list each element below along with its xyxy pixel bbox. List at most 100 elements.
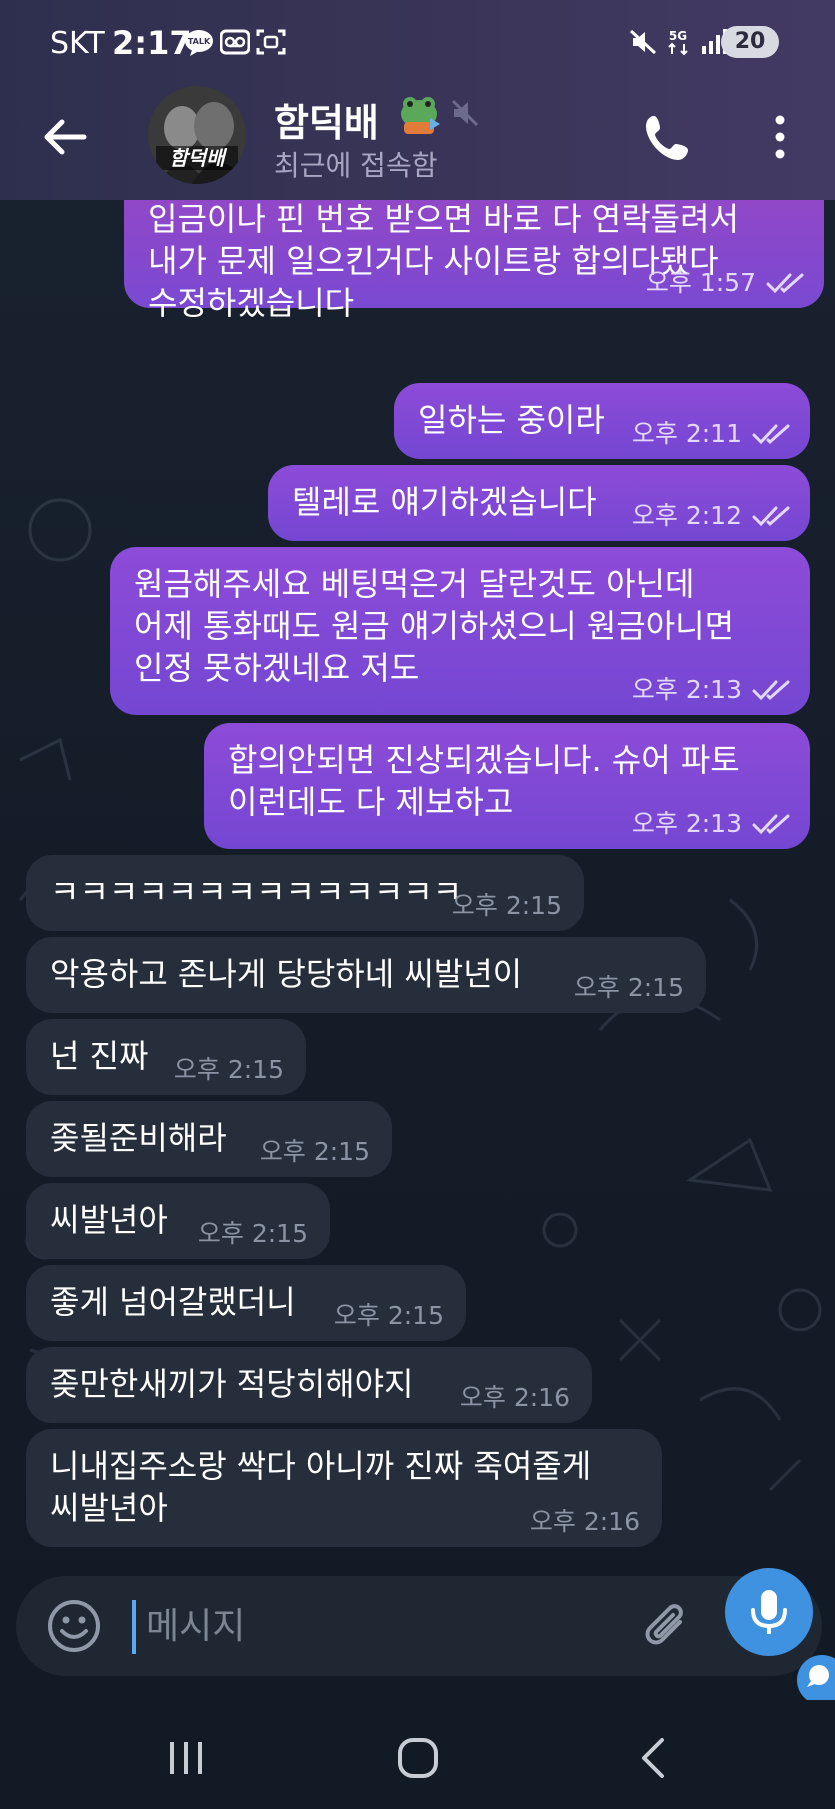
message-text: 텔레로 얘기하겠습니다 <box>292 481 597 523</box>
message-line: 입금이나 핀 번호 받으면 바로 다 연락돌려서 <box>148 200 739 238</box>
message-line: 씨발년아 <box>50 1489 168 1527</box>
message-text: 니내집주소랑 싹다 아니까 진짜 죽여줄게씨발년아 <box>50 1445 591 1529</box>
avatar[interactable]: 함덕배 <box>148 86 246 184</box>
emoji-icon[interactable] <box>46 1598 102 1654</box>
message-meta: 오후 2:15 <box>174 1055 284 1085</box>
message-time: 오후 2:12 <box>631 501 742 530</box>
incoming-message[interactable]: 좆만한새끼가 적당히해야지 오후 2:16 <box>26 1347 592 1423</box>
message-line: 씨발년아 <box>50 1201 168 1239</box>
message-line: 좆만한새끼가 적당히해야지 <box>50 1365 414 1403</box>
message-line: 좆될준비해라 <box>50 1119 227 1157</box>
message-text: 악용하고 존나게 당당하네 씨발년이 <box>50 953 522 995</box>
message-line: 악용하고 존나게 당당하네 씨발년이 <box>50 955 523 993</box>
incoming-message[interactable]: 좆될준비해라 오후 2:15 <box>26 1101 392 1177</box>
more-vert-icon[interactable] <box>766 112 794 162</box>
message-text: 씨발년아 <box>50 1199 168 1241</box>
message-meta: 오후 2:15 <box>574 973 684 1003</box>
voicemail-icon <box>220 29 250 55</box>
message-meta: 오후 2:13 <box>632 675 792 705</box>
message-line: 넌 진짜 <box>50 1037 149 1075</box>
speech-icon <box>807 1665 829 1687</box>
message-line: 일하는 중이라 <box>418 401 605 439</box>
outgoing-message[interactable]: 원금해주세요 베팅먹은거 달란것도 아닌데어제 통화때도 원금 얘기하셨으니 원… <box>110 547 810 715</box>
message-text: 일하는 중이라 <box>418 399 605 441</box>
mic-button[interactable] <box>725 1568 813 1656</box>
message-meta: 오후 2:11 <box>632 419 792 449</box>
message-input[interactable] <box>146 1596 626 1656</box>
attach-icon[interactable] <box>640 1598 696 1654</box>
message-time: 오후 2:15 <box>197 1219 308 1248</box>
message-meta: 오후 1:57 <box>646 268 806 298</box>
message-meta: 오후 2:15 <box>198 1219 308 1249</box>
screenshot-icon <box>256 29 286 55</box>
5g-icon: 5G <box>668 29 688 56</box>
double-check-icon <box>752 424 790 445</box>
chat-bubble-icon[interactable] <box>797 1655 835 1705</box>
message-text: 좋게 넘어갈랬더니 <box>50 1281 296 1323</box>
outgoing-message[interactable]: 텔레로 얘기하겠습니다 오후 2:12 <box>268 465 810 541</box>
chat-header: SKT 2:17 TALK 5G 20 함덕배 함덕배 최근에 접속함 <box>0 0 835 200</box>
incoming-message[interactable]: 씨발년아 오후 2:15 <box>26 1183 330 1259</box>
talk-icon: TALK <box>185 30 213 56</box>
back-icon[interactable] <box>624 1728 684 1788</box>
message-time: 오후 2:16 <box>529 1507 640 1536</box>
chat-status: 최근에 접속함 <box>274 149 438 182</box>
double-check-icon <box>752 506 790 527</box>
message-text: 넌 진짜 <box>50 1035 149 1077</box>
message-line: ㅋㅋㅋㅋㅋㅋㅋㅋㅋㅋㅋㅋㅋㅋ <box>50 873 463 911</box>
message-time: 오후 2:15 <box>259 1137 370 1166</box>
message-meta: 오후 2:12 <box>632 501 792 531</box>
svg-text:TALK: TALK <box>188 37 211 46</box>
double-check-icon <box>752 680 790 701</box>
message-time: 오후 2:15 <box>451 891 562 920</box>
incoming-message[interactable]: 니내집주소랑 싹다 아니까 진짜 죽여줄게 씨발년아 오후 2:16 <box>26 1429 662 1547</box>
message-list[interactable]: 예정을 다 캡쳐해서 잘 지워준다 고정될테니입금이나 핀 번호 받으면 바로 … <box>0 140 835 1547</box>
recents-icon[interactable] <box>156 1728 216 1788</box>
message-line: 합의안되면 진상되겠습니다. 슈어 파토 <box>228 741 740 779</box>
message-time: 오후 2:15 <box>173 1055 284 1084</box>
incoming-message[interactable]: 넌 진짜 오후 2:15 <box>26 1019 306 1095</box>
message-time: 오후 2:11 <box>631 419 742 448</box>
message-time: 오후 2:15 <box>573 973 684 1002</box>
message-text: ㅋㅋㅋㅋㅋㅋㅋㅋㅋㅋㅋㅋㅋㅋ <box>50 871 462 913</box>
message-meta: 오후 2:15 <box>334 1301 444 1331</box>
chat-screen: 예정을 다 캡쳐해서 잘 지워준다 고정될테니입금이나 핀 번호 받으면 바로 … <box>0 0 835 1809</box>
outgoing-message[interactable]: 일하는 중이라 오후 2:11 <box>394 383 810 459</box>
status-time: 2:17 <box>112 24 192 62</box>
avatar-photo: 함덕배 <box>148 86 246 184</box>
message-meta: 오후 2:15 <box>452 891 562 921</box>
message-meta: 오후 2:16 <box>460 1383 570 1413</box>
home-icon[interactable] <box>388 1728 448 1788</box>
message-time: 오후 2:13 <box>631 675 742 704</box>
chat-title[interactable]: 함덕배 <box>274 92 379 147</box>
phone-icon[interactable] <box>640 110 696 166</box>
system-nav-bar <box>0 1700 835 1809</box>
message-line: 텔레로 얘기하겠습니다 <box>292 483 597 521</box>
outgoing-message[interactable]: 합의안되면 진상되겠습니다. 슈어 파토 이런데도 다 제보하고 오후 2:13 <box>204 723 810 849</box>
svg-text:함덕배: 함덕배 <box>169 146 227 170</box>
mic-icon <box>751 1590 787 1634</box>
incoming-message[interactable]: ㅋㅋㅋㅋㅋㅋㅋㅋㅋㅋㅋㅋㅋㅋ 오후 2:15 <box>26 855 584 931</box>
message-meta: 오후 2:13 <box>632 809 792 839</box>
incoming-message[interactable]: 좋게 넘어갈랬더니 오후 2:15 <box>26 1265 466 1341</box>
message-time: 오후 2:16 <box>459 1383 570 1412</box>
message-time: 오후 1:57 <box>645 268 756 297</box>
message-text: 원금해주세요 베팅먹은거 달란것도 아닌데어제 통화때도 원금 얘기하셨으니 원… <box>134 563 734 689</box>
message-line: 원금해주세요 베팅먹은거 달란것도 아닌데 <box>134 565 695 603</box>
message-line: 어제 통화때도 원금 얘기하셨으니 원금아니면 <box>134 607 735 645</box>
message-line: 니내집주소랑 싹다 아니까 진짜 죽여줄게 <box>50 1447 592 1485</box>
double-check-icon <box>766 273 804 294</box>
message-text: 좆될준비해라 <box>50 1117 227 1159</box>
message-line: 좋게 넘어갈랬더니 <box>50 1283 296 1321</box>
message-time: 오후 2:15 <box>333 1301 444 1330</box>
battery-icon: 20 <box>721 26 779 58</box>
message-time: 오후 2:13 <box>631 809 742 838</box>
svg-text:5G: 5G <box>669 29 687 43</box>
message-meta: 오후 2:16 <box>530 1507 640 1537</box>
back-arrow-icon[interactable] <box>40 112 90 162</box>
message-composer <box>16 1576 822 1676</box>
incoming-message[interactable]: 악용하고 존나게 당당하네 씨발년이 오후 2:15 <box>26 937 706 1013</box>
double-check-icon <box>752 814 790 835</box>
muted-icon <box>451 99 479 127</box>
status-bar: SKT 2:17 TALK 5G 20 <box>0 0 835 80</box>
